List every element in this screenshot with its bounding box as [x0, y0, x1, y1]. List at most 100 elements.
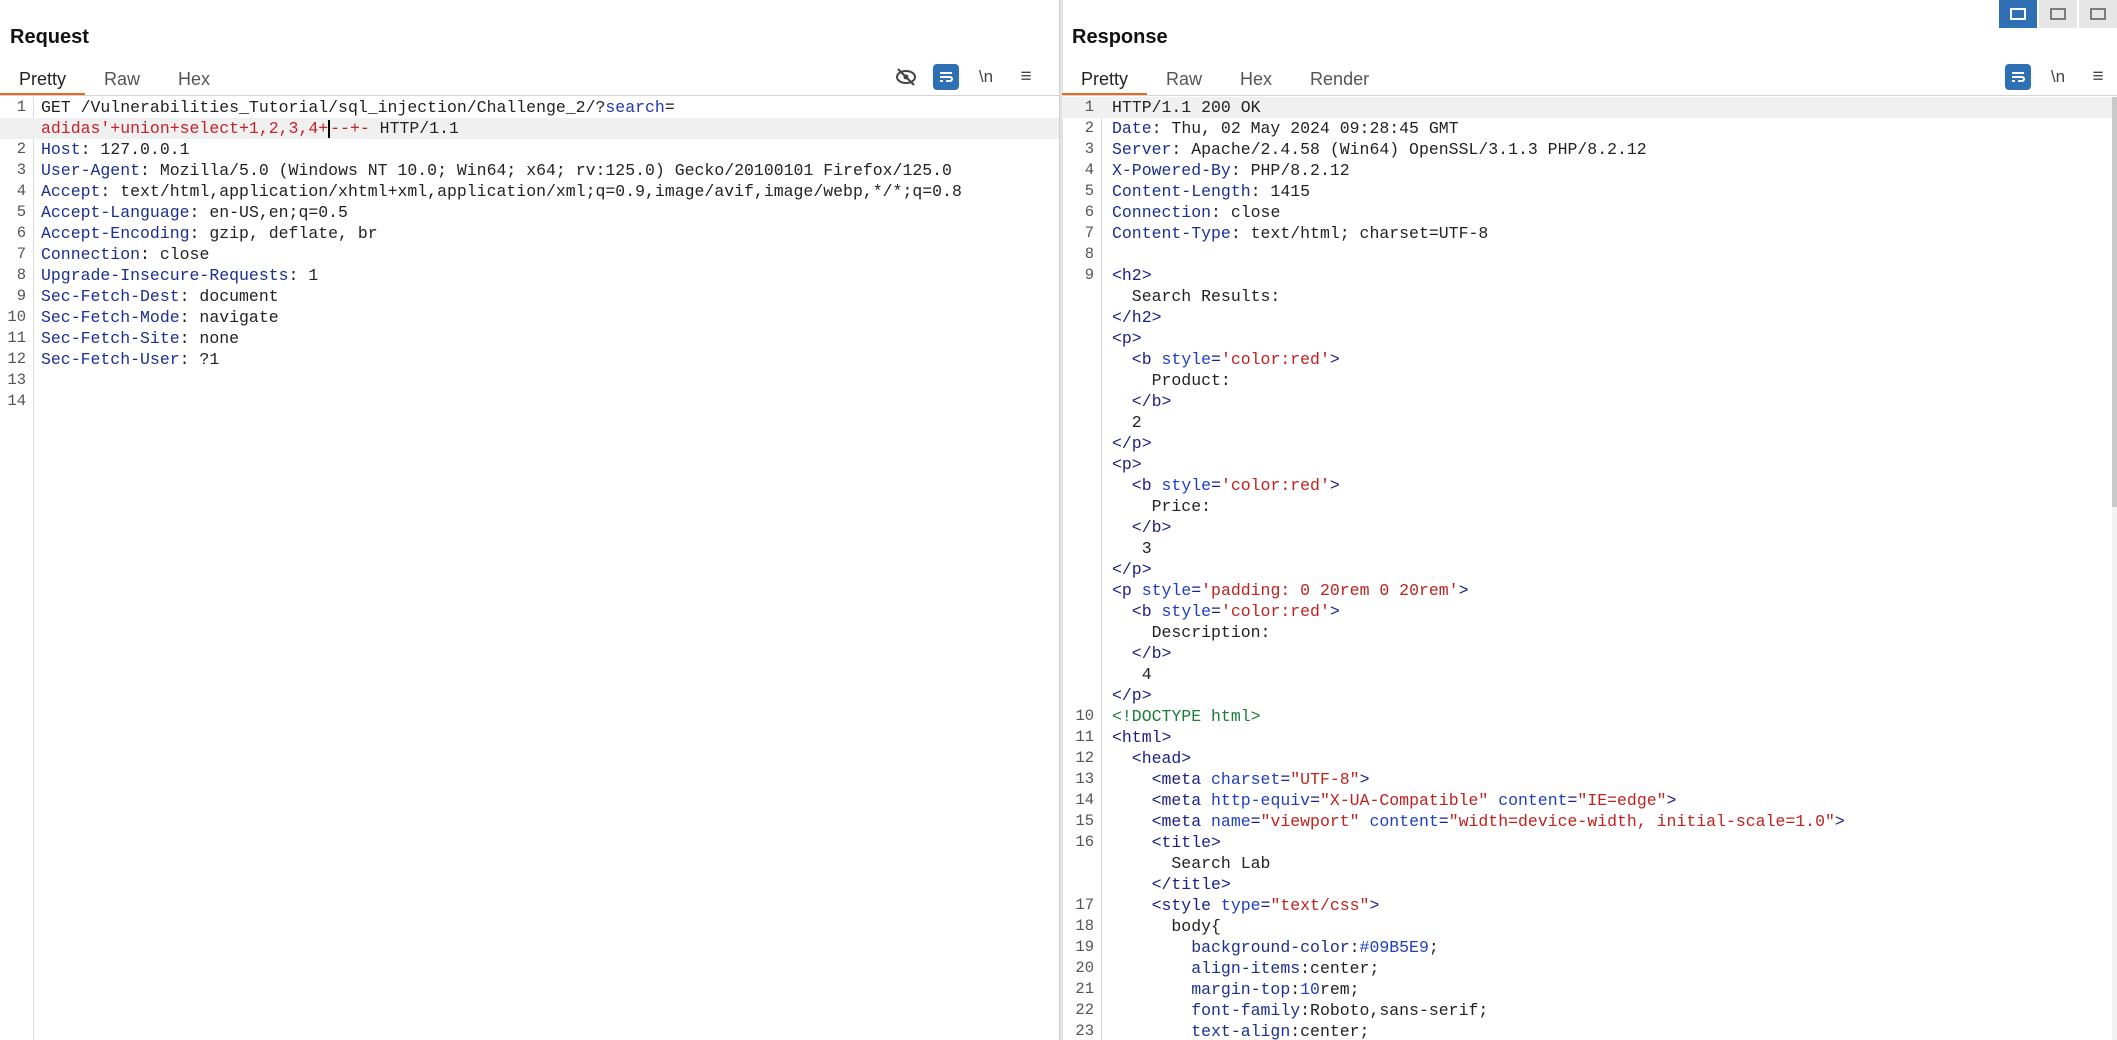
line-number: 15 [1075, 812, 1094, 830]
request-toolbar: \n ≡ [893, 64, 1039, 90]
token: </b> [1112, 392, 1172, 411]
token: Content-Length [1112, 182, 1251, 201]
line-number: 2 [16, 140, 26, 158]
line-number: 10 [1075, 707, 1094, 725]
newline-icon[interactable]: \n [2045, 64, 2071, 90]
response-scroll-thumb[interactable] [2112, 97, 2117, 507]
token: <style [1112, 896, 1221, 915]
request-tabs: Pretty Raw Hex [0, 66, 229, 96]
token: text-align [1112, 1022, 1291, 1040]
token: :center; [1290, 1022, 1370, 1040]
tab-hex[interactable]: Hex [159, 66, 229, 93]
token: <h2> [1112, 266, 1152, 285]
code-line: 1 HTTP/1.1 200 OK [1062, 97, 2117, 118]
line-number: 14 [7, 392, 26, 410]
response-editor[interactable]: 1 HTTP/1.1 200 OK 2 Date: Thu, 02 May 2024 … [1062, 97, 2117, 1040]
token: = [1211, 476, 1221, 495]
line-text: Search Lab [1112, 853, 1270, 874]
code-line: 17 <style type="text/css"> [1062, 895, 2117, 916]
token: type [1220, 896, 1261, 915]
token: 'padding: 0 20rem 0 20rem' [1201, 581, 1459, 600]
line-number: 8 [1084, 245, 1094, 263]
token: style [1161, 350, 1212, 369]
line-number: 5 [1084, 182, 1094, 200]
tab-hex[interactable]: Hex [1221, 66, 1291, 93]
side-by-side-layout-icon[interactable] [1999, 0, 2037, 28]
code-line: 1 GET /Vulnerabilities_Tutorial/sql_injec… [0, 97, 1061, 118]
word-wrap-icon[interactable] [2005, 64, 2031, 90]
token: : document [179, 287, 279, 306]
token: 'color:red' [1220, 476, 1330, 495]
code-line: </p> [1062, 685, 2117, 706]
line-number: 9 [1084, 266, 1094, 284]
token: : close [140, 245, 210, 264]
code-line: </title> [1062, 874, 2117, 895]
line-text: <b style='color:red'> [1112, 601, 1340, 622]
request-editor[interactable]: 1 GET /Vulnerabilities_Tutorial/sql_injec… [0, 97, 1061, 1040]
token: <p [1112, 581, 1142, 600]
line-number: 17 [1075, 896, 1094, 914]
request-title: Request [10, 26, 89, 48]
line-text: font-family:Roboto,sans-serif; [1112, 1000, 1488, 1021]
line-text: </b> [1112, 643, 1172, 664]
tab-pretty[interactable]: Pretty [0, 66, 86, 96]
line-text: Sec-Fetch-Site: none [41, 328, 239, 349]
code-line: 13 [0, 370, 1061, 391]
menu-icon[interactable]: ≡ [1013, 64, 1039, 90]
line-number: 21 [1075, 980, 1094, 998]
word-wrap-icon[interactable] [933, 64, 959, 90]
code-line: 4 X-Powered-By: PHP/8.2.12 [1062, 160, 2117, 181]
line-text: HTTP/1.1 200 OK [1112, 97, 1261, 118]
token: Content-Type [1112, 224, 1231, 243]
line-text: </b> [1112, 391, 1172, 412]
menu-icon[interactable]: ≡ [2085, 64, 2111, 90]
tab-raw[interactable]: Raw [85, 66, 159, 93]
token: > [1834, 812, 1845, 831]
line-text: <b style='color:red'> [1112, 475, 1340, 496]
line-text: </title> [1112, 874, 1231, 895]
token: <meta [1112, 770, 1212, 789]
token: > [1329, 350, 1340, 369]
line-text: </b> [1112, 517, 1172, 538]
stacked-layout-icon[interactable] [2039, 0, 2077, 28]
line-number: 8 [16, 266, 26, 284]
token: = [664, 98, 675, 117]
token: body{ [1112, 917, 1221, 936]
token: background-color [1112, 938, 1350, 957]
single-pane-layout-icon[interactable] [2079, 0, 2117, 28]
newline-icon[interactable]: \n [973, 64, 999, 90]
token: = [1280, 770, 1291, 789]
code-line: 11 <html> [1062, 727, 2117, 748]
token: 'color:red' [1220, 602, 1330, 621]
tab-raw[interactable]: Raw [1147, 66, 1221, 93]
token: <p> [1112, 455, 1142, 474]
code-line: 3 [1062, 538, 2117, 559]
line-text: Product: [1112, 370, 1231, 391]
token: "UTF-8" [1290, 770, 1360, 789]
token: </b> [1112, 518, 1172, 537]
layout-toggle [1999, 0, 2117, 28]
tab-pretty[interactable]: Pretty [1062, 66, 1148, 96]
token: : en-US,en;q=0.5 [189, 203, 348, 222]
token: = [1438, 812, 1449, 831]
code-line: 8 Upgrade-Insecure-Requests: 1 [0, 265, 1061, 286]
token: <b [1112, 476, 1162, 495]
line-text: <title> [1112, 832, 1221, 853]
token: <b [1112, 602, 1162, 621]
line-text: <style type="text/css"> [1112, 895, 1380, 916]
tab-render[interactable]: Render [1291, 66, 1388, 93]
token: GET /Vulnerabilities_Tutorial/sql_inject… [41, 98, 606, 117]
token: search [605, 98, 665, 117]
code-line: 6 Connection: close [1062, 202, 2117, 223]
line-text: <p> [1112, 454, 1142, 475]
code-line: 9 Sec-Fetch-Dest: document [0, 286, 1061, 307]
token: ; [1428, 938, 1439, 957]
token: Search Lab [1112, 854, 1271, 873]
hide-eye-icon[interactable] [893, 64, 919, 90]
token: : Apache/2.4.58 (Win64) OpenSSL/3.1.3 PH… [1171, 140, 1647, 159]
line-number: 2 [1084, 119, 1094, 137]
token: style [1161, 476, 1212, 495]
code-line: Description: [1062, 622, 2117, 643]
code-line: 4 [1062, 664, 2117, 685]
